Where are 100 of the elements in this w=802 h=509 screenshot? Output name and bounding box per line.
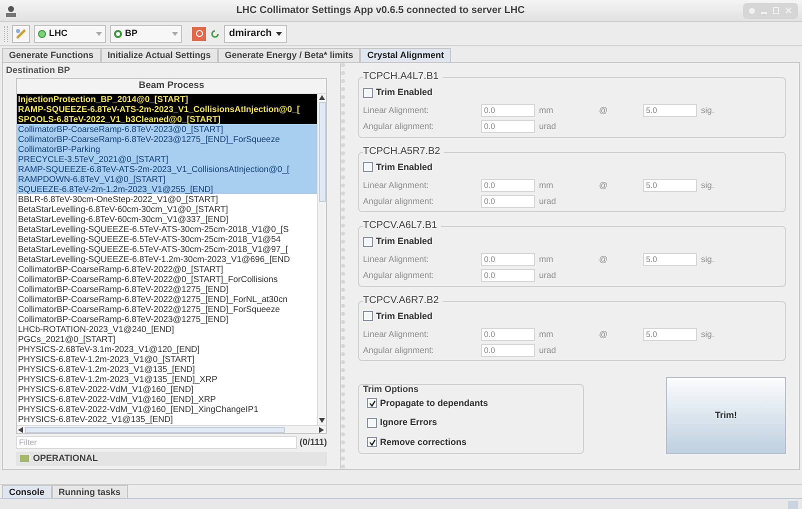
- list-row[interactable]: CollimatorBP-Parking: [17, 144, 317, 154]
- unit-label: mm: [539, 253, 554, 266]
- checkbox-label: Ignore Errors: [380, 416, 438, 429]
- accelerator-dropdown[interactable]: LHC: [34, 24, 106, 42]
- trim-button[interactable]: Trim!: [666, 377, 786, 454]
- list-row[interactable]: PHYSICS-6.8TeV-2022_V1@135_[END]: [17, 414, 317, 424]
- unit-label: sig.: [701, 104, 714, 117]
- tab[interactable]: Crystal Alignment: [360, 48, 451, 62]
- field-label: Linear Alignment:: [363, 328, 430, 340]
- checkbox[interactable]: [367, 418, 377, 428]
- field-label: Angular alignment:: [363, 269, 435, 282]
- checkbox[interactable]: [363, 162, 373, 172]
- list-row[interactable]: PHYSICS-6.8TeV-2022-VdM_V1@160_[END]: [17, 384, 317, 394]
- list-row[interactable]: SQUEEZE-6.8TeV-2m-1.2m-2023_V1@255_[END]: [17, 184, 317, 194]
- list-row[interactable]: BetaStarLevelling-SQUEEZE-6.5TeV-ATS-30cm-25cm-2018_V1@0_[S: [17, 224, 317, 234]
- caret-icon: [96, 32, 102, 36]
- unit-label: mm: [539, 104, 554, 117]
- checkbox[interactable]: [367, 437, 377, 448]
- list-row[interactable]: CollimatorBP-CoarseRamp-6.8TeV-2022@0_[START]_ForCollisions: [17, 274, 317, 284]
- list-row[interactable]: BBLR-6.8TeV-30cm-OneStep-2022_V1@0_[START]: [17, 194, 317, 204]
- list-row[interactable]: PHYSICS-2.68TeV-3.1m-2023_V1@120_[END]: [17, 344, 317, 354]
- tab[interactable]: Generate Energy / Beta* limits: [218, 48, 360, 62]
- unit-label: sig.: [701, 178, 714, 192]
- checkbox-label: Trim Enabled: [376, 310, 433, 322]
- tools-icon: [15, 28, 27, 40]
- checkbox[interactable]: [367, 398, 377, 408]
- field-label: Angular alignment:: [363, 120, 435, 133]
- list-row[interactable]: CollimatorBP-CoarseRamp-6.8TeV-2022@1275_[END]: [17, 284, 317, 294]
- tab[interactable]: Generate Functions: [2, 48, 101, 62]
- at-label: @: [599, 178, 609, 192]
- caret-icon: [172, 32, 178, 36]
- unit-label: urad: [539, 194, 556, 208]
- horizontal-scrollbar[interactable]: [17, 425, 326, 433]
- power-button[interactable]: [192, 26, 206, 40]
- list-row[interactable]: PHYSICS-6.8TeV-2022-VdM_V1@160_[END]_XingChangeIP1: [17, 404, 317, 414]
- check-icon: [368, 438, 376, 446]
- column-header[interactable]: Beam Process: [17, 79, 326, 94]
- scroll-left-icon[interactable]: [18, 426, 24, 432]
- list-row[interactable]: BetaStarLevelling-SQUEEZE-6.5TeV-ATS-30cm-25cm-2018_V1@97_[: [17, 244, 317, 254]
- list-row[interactable]: BetaStarLevelling-6.8TeV-60cm-30cm_V1@337_[END]: [17, 214, 317, 224]
- list-row[interactable]: SPOOLS-6.8TeV-2022_V1_b3Cleaned@0_[START]: [17, 114, 317, 124]
- status-icon: [38, 30, 46, 38]
- list-row[interactable]: PGCs_2021@0_[START]: [17, 334, 317, 344]
- caret-icon: [276, 32, 282, 36]
- filter-count: (0/111): [299, 436, 327, 449]
- list-row[interactable]: LHCb-ROTATION-2023_V1@240_[END]: [17, 324, 317, 334]
- section-title: Destination BP: [6, 64, 72, 75]
- list-row[interactable]: BetaStarLevelling-SQUEEZE-6.8TeV-1.2m-30cm-2023_V1@696_[END: [17, 254, 317, 264]
- at-label: @: [599, 328, 609, 340]
- checkbox[interactable]: [363, 88, 373, 98]
- checkbox[interactable]: [363, 236, 373, 247]
- tab[interactable]: Initialize Actual Settings: [100, 48, 218, 62]
- at-label: @: [599, 253, 609, 266]
- power-icon: [196, 30, 202, 37]
- field-label: Linear Alignment:: [363, 253, 430, 266]
- list-row[interactable]: PRECYCLE-3.5TeV_2021@0_[START]: [17, 154, 317, 164]
- user-menu[interactable]: dmirarch: [224, 24, 287, 42]
- list-row[interactable]: CollimatorBP-CoarseRamp-6.8TeV-2023@0_[START]: [17, 124, 317, 134]
- list-row[interactable]: RAMP-SQUEEZE-6.8TeV-ATS-2m-2023_V1_CollisionsAtInjection@0_[: [17, 104, 317, 114]
- list-row[interactable]: CollimatorBP-CoarseRamp-6.8TeV-2022@1275_[END]_ForSqueeze: [17, 304, 317, 314]
- toolbar-handle[interactable]: [4, 26, 8, 42]
- unit-label: urad: [539, 120, 556, 133]
- list-row[interactable]: PHYSICS-6.8TeV-1.2m-2023_V1@135_[END]: [17, 364, 317, 374]
- list-row[interactable]: PHYSICS-6.8TeV-1.2m-2023_V1@0_[START]: [17, 354, 317, 364]
- filter-field[interactable]: Filter: [16, 436, 298, 450]
- check-icon: [368, 400, 376, 407]
- field-label: Angular alignment:: [363, 344, 435, 356]
- checkbox[interactable]: [363, 311, 373, 322]
- window-title: LHC Collimator Settings App v0.6.5 connected to server LHC: [235, 4, 526, 18]
- unit-label: sig.: [701, 328, 714, 340]
- scroll-thumb[interactable]: [318, 102, 326, 202]
- list-row[interactable]: RAMP-SQUEEZE-6.8TeV-ATS-2m-2023_V1_CollisionsAtInjection@0_[: [17, 164, 317, 174]
- collimator-name: TCPCV.A6R7.B2: [363, 294, 443, 306]
- folder-icon: [20, 455, 29, 462]
- list-row[interactable]: BetaStarLevelling-SQUEEZE-6.5TeV-ATS-30cm-25cm-2018_V1@54: [17, 234, 317, 244]
- at-label: @: [599, 104, 609, 117]
- tab[interactable]: Running tasks: [52, 485, 128, 498]
- settings-button[interactable]: [12, 24, 30, 42]
- status-icon: [114, 30, 122, 38]
- refresh-icon[interactable]: [210, 28, 220, 38]
- group-title: Trim Options: [363, 382, 419, 396]
- tab[interactable]: Console: [2, 485, 52, 498]
- bp-dropdown[interactable]: BP: [110, 24, 182, 42]
- list-row[interactable]: CollimatorBP-CoarseRamp-6.8TeV-2023@1275_[END]: [17, 314, 317, 324]
- unit-label: urad: [539, 269, 556, 282]
- list-row[interactable]: InjectionProtection_BP_2014@0_[START]: [17, 94, 317, 104]
- vertical-scrollbar[interactable]: [317, 94, 326, 425]
- field-label: Linear Alignment:: [363, 104, 430, 117]
- list-row[interactable]: RAMPDOWN-6.8TeV_V1@0_[START]: [17, 174, 317, 184]
- field-label: Linear Alignment:: [363, 178, 430, 192]
- checkbox-label: Trim Enabled: [376, 86, 433, 99]
- scroll-thumb[interactable]: [25, 426, 285, 432]
- list-row[interactable]: CollimatorBP-CoarseRamp-6.8TeV-2023@1275_[END]_ForSqueeze: [17, 134, 317, 144]
- list-row[interactable]: PHYSICS-6.8TeV-1.2m-2023_V1@135_[END]_XRP: [17, 374, 317, 384]
- unit-label: mm: [539, 178, 554, 192]
- checkbox-label: Propagate to dependants: [380, 396, 488, 410]
- list-row[interactable]: CollimatorBP-CoarseRamp-6.8TeV-2022@0_[START]: [17, 264, 317, 274]
- list-row[interactable]: CollimatorBP-CoarseRamp-6.8TeV-2022@1275_[END]_ForNL_at30cn: [17, 294, 317, 304]
- list-row[interactable]: BetaStarLevelling-6.8TeV-60cm-30cm_V1@0_[START]: [17, 204, 317, 214]
- list-row[interactable]: PHYSICS-6.8TeV-2022-VdM_V1@160_[END]_XRP: [17, 394, 317, 404]
